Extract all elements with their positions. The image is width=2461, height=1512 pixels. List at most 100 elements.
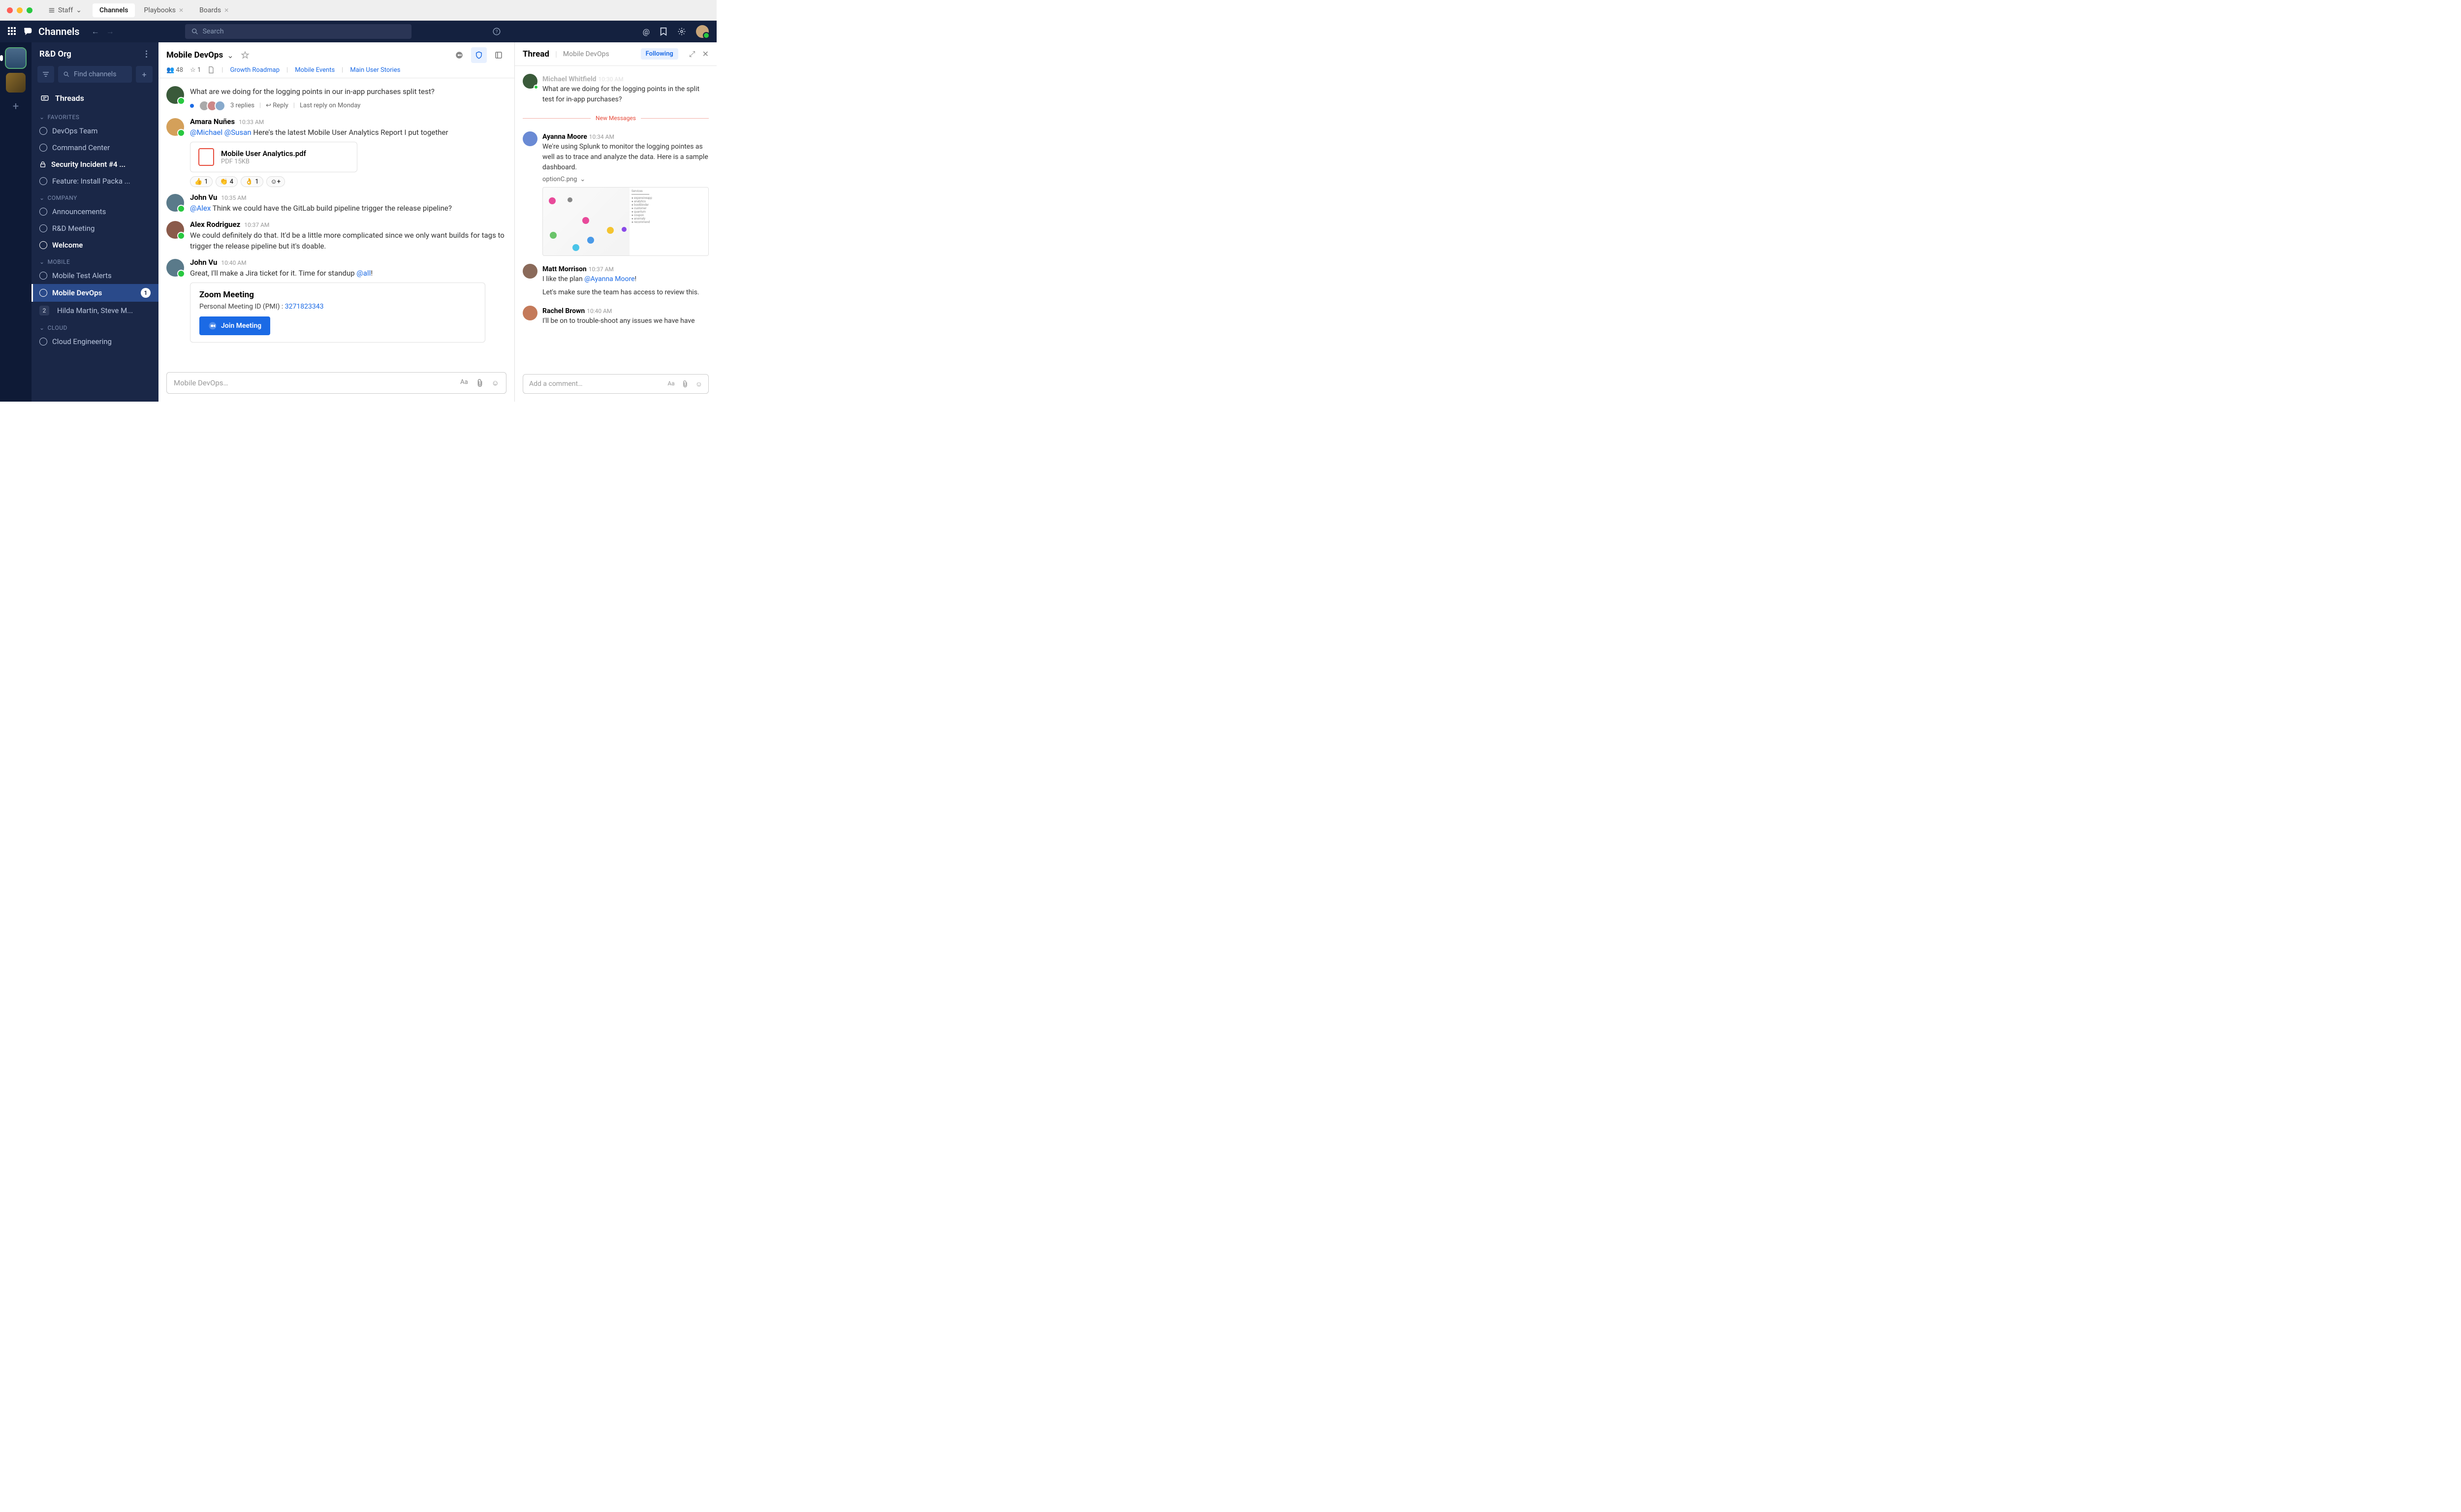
emoji-icon[interactable]: ☺ <box>492 378 499 387</box>
section-cloud[interactable]: ⌄CLOUD <box>32 319 158 333</box>
channel-name[interactable]: Mobile DevOps <box>166 50 223 60</box>
image-attachment[interactable]: Services━━━━━━━━━━● expensiveapp● analyt… <box>542 187 709 256</box>
expand-icon[interactable]: ⤢ <box>689 49 695 59</box>
tab-channels[interactable]: Channels <box>93 3 135 17</box>
close-window-icon[interactable] <box>7 7 13 13</box>
workspace-selector[interactable]: Staff ⌄ <box>43 4 87 16</box>
pins-count[interactable]: ☆ 1 <box>190 66 201 74</box>
sidebar-item-feature-install[interactable]: Feature: Install Packa ... <box>32 173 158 189</box>
workspace-label: Staff <box>58 6 73 14</box>
attachment-icon[interactable] <box>682 380 689 388</box>
author-name[interactable]: Rachel Brown <box>542 307 585 315</box>
thread-composer[interactable]: Add a comment… Aa ☺ <box>523 374 709 394</box>
video-call-button[interactable] <box>451 47 467 63</box>
global-search[interactable]: Search <box>185 24 411 39</box>
avatar[interactable] <box>523 264 537 279</box>
author-name[interactable]: Ayanna Moore <box>542 133 587 141</box>
bookmark-icon[interactable] <box>660 27 667 36</box>
back-icon[interactable]: ← <box>92 27 99 36</box>
threads-nav[interactable]: Threads <box>32 88 158 109</box>
avatar[interactable] <box>166 118 184 136</box>
file-attachment[interactable]: Mobile User Analytics.pdfPDF 15KB <box>190 142 357 172</box>
author-name[interactable]: Matt Morrison <box>542 265 587 273</box>
shield-icon[interactable] <box>471 47 487 63</box>
avatar[interactable] <box>166 221 184 239</box>
formatting-button[interactable]: Aa <box>667 380 674 388</box>
mentions-icon[interactable]: @ <box>643 27 650 36</box>
formatting-button[interactable]: Aa <box>460 378 468 387</box>
help-icon[interactable]: ? <box>492 27 501 36</box>
sidebar-item-welcome[interactable]: Welcome <box>32 237 158 253</box>
server-tile-1[interactable] <box>6 48 26 68</box>
forward-icon[interactable]: → <box>106 27 114 36</box>
filter-button[interactable] <box>37 66 54 83</box>
author-name[interactable]: Alex Rodriguez <box>190 220 240 229</box>
server-tile-2[interactable] <box>6 73 26 93</box>
author-name[interactable]: Michael Whitfield <box>542 75 597 83</box>
more-icon[interactable]: ⋮ <box>142 49 151 59</box>
attachment-icon[interactable] <box>476 378 484 387</box>
sidebar-item-cloud-engineering[interactable]: Cloud Engineering <box>32 333 158 350</box>
header-link-roadmap[interactable]: Growth Roadmap <box>230 66 280 74</box>
apps-grid-icon[interactable] <box>8 27 17 36</box>
add-reaction-button[interactable]: ☺+ <box>266 176 285 187</box>
avatar[interactable] <box>523 306 537 320</box>
avatar[interactable] <box>523 74 537 89</box>
star-icon[interactable] <box>241 51 250 60</box>
image-name[interactable]: optionC.png ⌄ <box>542 176 709 183</box>
tab-playbooks[interactable]: Playbooks✕ <box>137 3 190 17</box>
thread-channel[interactable]: Mobile DevOps <box>563 50 609 58</box>
reaction[interactable]: 👏4 <box>216 176 238 187</box>
message-text: I like the plan @Ayanna Moore! <box>542 274 709 284</box>
tab-boards[interactable]: Boards✕ <box>192 3 236 17</box>
thread-summary[interactable]: 3 replies | ↩ Reply | Last reply on Mond… <box>190 100 506 111</box>
avatar[interactable] <box>166 259 184 277</box>
user-avatar[interactable] <box>696 25 709 38</box>
header-link-events[interactable]: Mobile Events <box>295 66 335 74</box>
header-link-stories[interactable]: Main User Stories <box>350 66 400 74</box>
server-rail: + <box>0 42 32 402</box>
maximize-window-icon[interactable] <box>27 7 32 13</box>
join-meeting-button[interactable]: Join Meeting <box>199 316 270 335</box>
author-name[interactable]: John Vu <box>190 193 217 202</box>
gear-icon[interactable] <box>677 27 686 36</box>
file-icon[interactable] <box>208 66 215 74</box>
reaction[interactable]: 👍1 <box>190 176 213 187</box>
chevron-down-icon: ⌄ <box>39 194 45 201</box>
sidebar-item-mobile-test-alerts[interactable]: Mobile Test Alerts <box>32 267 158 284</box>
avatar[interactable] <box>166 194 184 212</box>
author-name[interactable]: John Vu <box>190 258 217 267</box>
close-icon[interactable]: ✕ <box>224 7 229 14</box>
close-icon[interactable]: ✕ <box>702 49 709 59</box>
section-mobile[interactable]: ⌄MOBILE <box>32 253 158 267</box>
reply-button[interactable]: ↩ Reply <box>266 102 288 109</box>
sidebar-item-security-incident[interactable]: Security Incident #4 ... <box>32 156 158 173</box>
members-count[interactable]: 👥 48 <box>166 66 183 74</box>
sidebar-item-dm-hilda[interactable]: 2Hilda Martin, Steve M... <box>32 302 158 319</box>
sidebar-item-mobile-devops[interactable]: Mobile DevOps1 <box>32 284 158 302</box>
add-server-button[interactable]: + <box>13 100 19 113</box>
add-channel-button[interactable]: + <box>136 66 153 83</box>
following-button[interactable]: Following <box>641 48 678 60</box>
sidebar-item-announcements[interactable]: Announcements <box>32 203 158 220</box>
author-name[interactable]: Amara Nuñes <box>190 117 235 126</box>
message-composer[interactable]: Mobile DevOps… Aa ☺ <box>166 372 506 394</box>
close-icon[interactable]: ✕ <box>179 7 184 14</box>
reaction[interactable]: 👌1 <box>241 176 263 187</box>
chevron-down-icon[interactable]: ⌄ <box>227 51 233 60</box>
sidebar-item-devops-team[interactable]: DevOps Team <box>32 123 158 139</box>
find-channels-input[interactable]: Find channels <box>58 66 132 83</box>
message: John Vu10:35 AM @Alex Think we could hav… <box>166 190 506 217</box>
minimize-window-icon[interactable] <box>17 7 23 13</box>
org-name[interactable]: R&D Org <box>39 49 71 59</box>
avatar[interactable] <box>523 131 537 146</box>
board-icon[interactable] <box>491 47 506 63</box>
emoji-icon[interactable]: ☺ <box>695 380 702 388</box>
section-company[interactable]: ⌄COMPANY <box>32 189 158 203</box>
brand: Channels <box>23 26 80 37</box>
avatar[interactable] <box>166 86 184 104</box>
section-favorites[interactable]: ⌄FAVORITES <box>32 109 158 123</box>
message-text: What are we doing for the logging points… <box>542 84 709 105</box>
sidebar-item-rd-meeting[interactable]: R&D Meeting <box>32 220 158 237</box>
sidebar-item-command-center[interactable]: Command Center <box>32 139 158 156</box>
